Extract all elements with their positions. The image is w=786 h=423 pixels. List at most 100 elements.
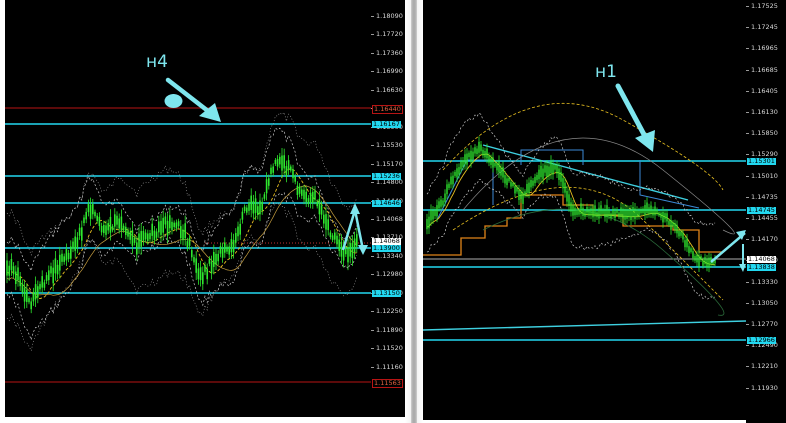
h1-candle-body xyxy=(606,205,608,218)
h1-candle-body xyxy=(604,208,606,218)
h4-candle-body xyxy=(296,185,299,195)
h4-candle-body xyxy=(353,238,356,253)
h4-candle-body xyxy=(312,191,314,204)
h1-candle-body xyxy=(432,210,434,220)
price-axis-h4[interactable]: 1.180901.177201.173601.169901.166301.162… xyxy=(371,0,405,417)
h1-candle-body xyxy=(488,155,490,163)
h4-candle-body xyxy=(151,223,153,236)
h4-axis-label: 1.17360 xyxy=(376,48,403,57)
timeframe-label-h4: н4 xyxy=(146,52,168,72)
h1-candle-body xyxy=(708,257,710,268)
h1-candle-body xyxy=(532,180,534,186)
h1-candle-body xyxy=(446,184,448,195)
h1-candle-body xyxy=(438,201,440,209)
h1-candle-body xyxy=(700,256,702,261)
h4-candle-body xyxy=(153,230,156,240)
h4-big-arrow-tail xyxy=(164,94,183,108)
h1-axis-tick xyxy=(746,90,749,92)
chart-pane-h1[interactable]: н1 xyxy=(423,0,746,420)
h1-candle-body xyxy=(460,161,462,170)
h4-candle-body xyxy=(186,241,189,248)
h1-candle-body xyxy=(534,176,536,184)
h1-candle-body xyxy=(662,211,664,223)
chart-pane-h4[interactable]: н4 xyxy=(5,0,371,417)
h4-candle-body xyxy=(327,219,329,231)
h4-axis-label: 1.12980 xyxy=(376,270,403,279)
h1-candle-body xyxy=(464,154,466,165)
h4-candle-body xyxy=(85,211,87,220)
h1-candle-body xyxy=(458,167,460,175)
h1-candle-body xyxy=(680,231,682,236)
h1-axis-tick xyxy=(746,133,749,135)
h4-axis-label: 1.16630 xyxy=(376,85,403,94)
h1-axis-label: 1.14170 xyxy=(751,235,778,244)
h4-red-price-tag: 1.16440 xyxy=(372,104,403,114)
h1-candle-body xyxy=(506,178,508,186)
h1-candle-body xyxy=(496,163,498,171)
h1-cyan-price-tag: 1.14745 xyxy=(747,205,776,214)
h4-axis-label: 1.11160 xyxy=(376,362,403,371)
h4-candle-body xyxy=(83,217,85,224)
h4-candle-body xyxy=(136,242,138,255)
h1-candle-body xyxy=(614,211,616,218)
h4-candle-body xyxy=(41,276,43,288)
h1-candle-body xyxy=(672,222,674,227)
h4-candle-body xyxy=(100,225,103,233)
h4-candle-body xyxy=(67,252,70,260)
h4-axis-tick xyxy=(371,145,374,147)
h4-candle-body xyxy=(323,214,325,224)
h4-candle-body xyxy=(103,224,105,234)
h1-candle-body xyxy=(518,189,520,201)
h4-candle-body xyxy=(118,218,120,229)
h1-channel-green xyxy=(482,208,725,316)
h4-candle-body xyxy=(318,198,321,215)
h1-candle-body xyxy=(602,209,604,214)
h4-candle-body xyxy=(10,259,13,271)
h1-candle-body xyxy=(596,211,598,218)
h4-candle-body xyxy=(257,206,259,215)
h4-candle-body xyxy=(45,275,48,281)
h4-cyan-price-tag: 1.13900 xyxy=(372,243,401,252)
h4-candle-body xyxy=(356,234,358,247)
h1-candle-body xyxy=(698,255,700,267)
h4-candle-body xyxy=(17,267,19,281)
h1-channel-box-right xyxy=(639,160,700,209)
h4-candle-body xyxy=(202,272,204,285)
chart-splitter[interactable] xyxy=(405,0,423,423)
h1-candle-body xyxy=(580,203,582,215)
h4-candle-body xyxy=(111,226,114,231)
h1-candle-body xyxy=(428,216,430,229)
h4-axis-tick xyxy=(371,89,374,91)
h4-candle-body xyxy=(28,298,30,303)
h1-candle-body xyxy=(560,171,562,182)
h1-candle-body xyxy=(492,157,494,168)
h1-candle-body xyxy=(668,220,670,225)
h1-candle-body xyxy=(646,202,648,213)
h1-candle-body xyxy=(584,211,586,217)
h4-candle-body xyxy=(76,237,79,248)
h4-chart-canvas[interactable] xyxy=(5,0,371,417)
h4-axis-tick xyxy=(371,182,374,184)
h1-chart-canvas[interactable] xyxy=(423,0,746,420)
h4-candle-body xyxy=(120,216,123,231)
h1-candle-body xyxy=(494,162,496,167)
h4-candle-body xyxy=(325,214,327,230)
h4-candle-body xyxy=(70,246,72,259)
price-axis-h1[interactable]: 1.17525 1.17245 1.16965 1.16685 1.16405 1.161… xyxy=(746,0,786,423)
h1-candle-body xyxy=(654,206,656,216)
h1-candle-body xyxy=(430,209,432,221)
h1-candle-body xyxy=(546,165,548,178)
h4-candle-body xyxy=(127,230,129,237)
h1-candle-body xyxy=(610,213,612,219)
h4-envelope-upper xyxy=(6,111,358,256)
h1-candle-body xyxy=(538,169,540,180)
h4-axis-label: 1.13340 xyxy=(376,251,403,260)
h1-candle-body xyxy=(652,209,654,216)
h4-candle-body xyxy=(175,222,178,229)
h1-candle-body xyxy=(472,151,474,160)
h4-candle-body xyxy=(307,198,310,205)
h1-axis-tick xyxy=(746,69,749,71)
h4-candle-body xyxy=(133,237,136,243)
h1-axis-tick xyxy=(746,112,749,113)
h4-candle-body xyxy=(263,194,266,199)
